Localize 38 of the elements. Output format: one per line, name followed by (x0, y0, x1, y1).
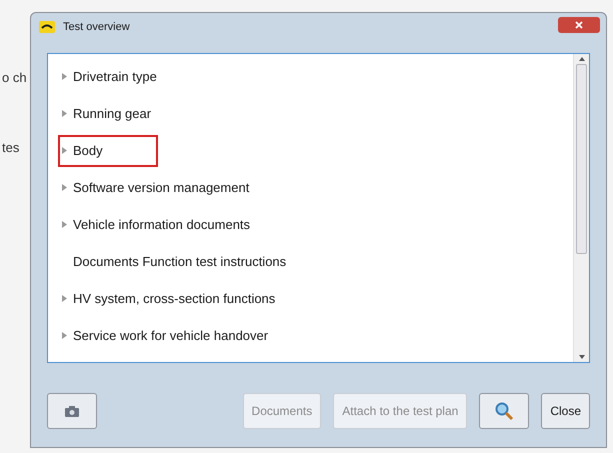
window-title: Test overview (63, 20, 130, 35)
tree-item[interactable]: Drivetrain type (58, 60, 163, 92)
expand-arrow-icon[interactable] (62, 147, 67, 154)
expand-arrow-icon[interactable] (62, 73, 67, 80)
dialog-button[interactable]: Close (541, 393, 590, 429)
tree-item[interactable]: Documents Function test instructions (58, 246, 292, 278)
tree-item[interactable]: HV system, cross-section functions (58, 282, 282, 314)
expand-arrow-icon[interactable] (62, 110, 67, 117)
search-button[interactable] (479, 393, 530, 429)
scrollbar[interactable] (573, 54, 589, 362)
search-icon (494, 401, 514, 421)
expand-arrow-icon[interactable] (62, 295, 67, 302)
item-label: Vehicle information documents (73, 216, 250, 234)
background-text: tes (2, 139, 20, 157)
background-text: o ch (2, 69, 27, 87)
expand-arrow-icon[interactable] (62, 184, 67, 191)
tree-item[interactable]: Body (58, 134, 158, 166)
camera-icon (65, 405, 79, 417)
tree-item[interactable]: Running gear (58, 98, 158, 130)
expand-arrow-icon[interactable] (62, 332, 67, 339)
app-logo-icon (39, 21, 55, 33)
scroll-down-arrow-icon[interactable] (578, 355, 584, 359)
tree-item[interactable]: Service work for vehicle handover (58, 320, 274, 352)
item-label: Running gear (73, 104, 152, 123)
scroll-up-arrow-icon[interactable] (578, 57, 584, 61)
scrollbar-thumb[interactable] (576, 64, 587, 254)
item-label: HV system, cross-section functions (73, 290, 276, 308)
camera-button[interactable] (47, 393, 97, 429)
item-label: Service work for vehicle handover (73, 326, 268, 345)
item-label: Documents Function test instructions (73, 252, 286, 271)
item-label: Software version management (73, 178, 250, 197)
item-label: Drivetrain type (73, 68, 157, 86)
item-label: Body (73, 142, 103, 160)
expand-arrow-icon[interactable] (62, 221, 67, 228)
tree-item[interactable]: Vehicle information documents (58, 208, 256, 240)
close-icon (575, 21, 583, 29)
close-button[interactable] (558, 17, 600, 33)
tree-item[interactable]: Software version management (58, 172, 256, 204)
